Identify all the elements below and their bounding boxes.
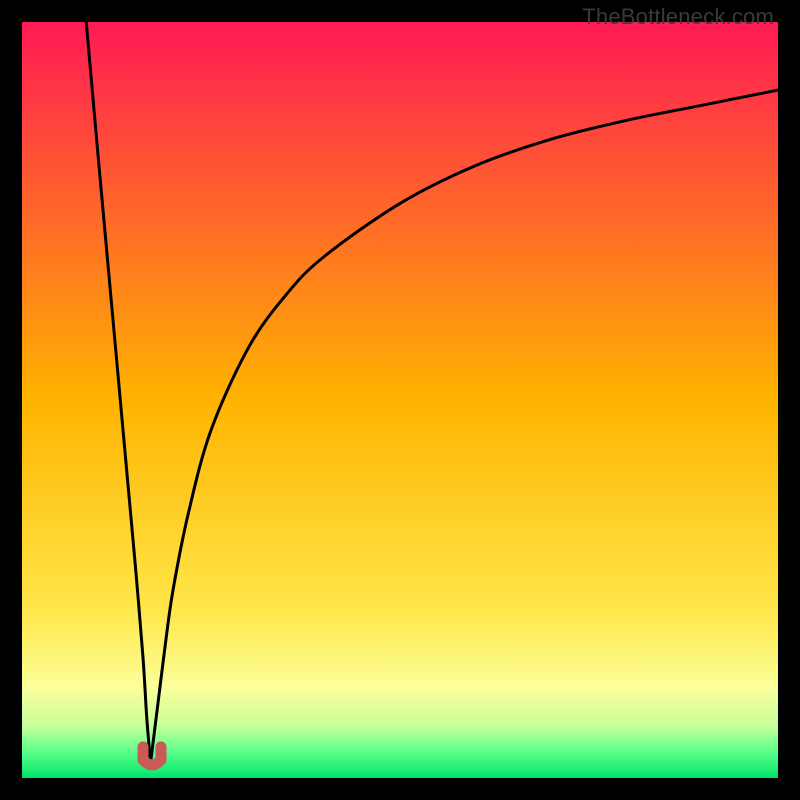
watermark-text: TheBottleneck.com bbox=[582, 4, 774, 30]
plot-area bbox=[22, 22, 778, 778]
chart-svg bbox=[22, 22, 778, 778]
chart-frame: TheBottleneck.com bbox=[0, 0, 800, 800]
gradient-background bbox=[22, 22, 778, 778]
